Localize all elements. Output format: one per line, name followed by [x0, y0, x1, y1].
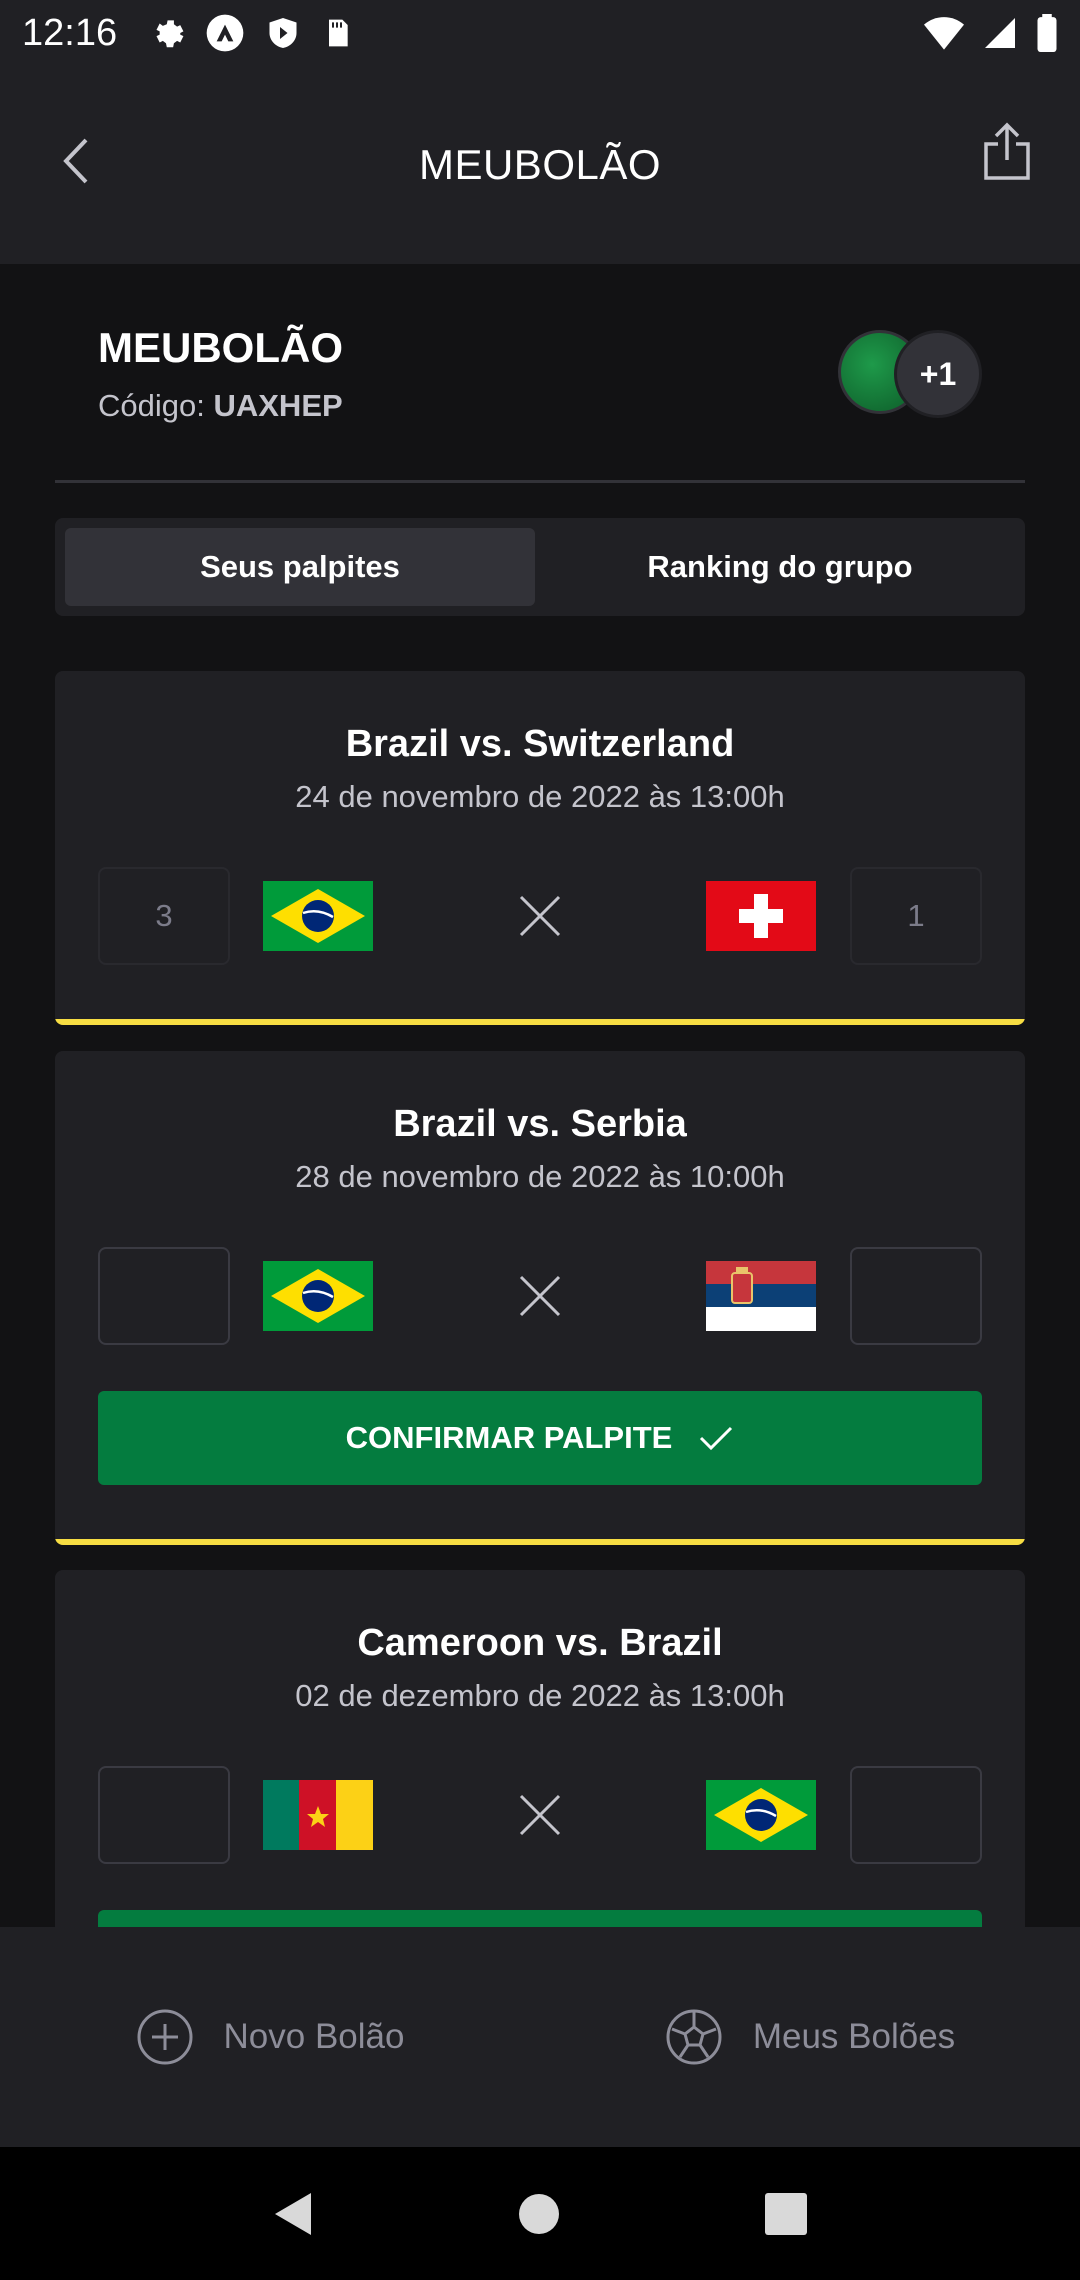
- match-date: 28 de novembro de 2022 às 10:00h: [295, 1159, 785, 1194]
- versus-x-icon: [519, 1275, 561, 1317]
- brazil-flag-icon: [706, 1780, 816, 1850]
- page-title: MEUBOLÃO: [418, 141, 662, 188]
- more-participants-badge: +1: [894, 330, 982, 418]
- wifi-icon: [924, 17, 964, 50]
- confirm-guess-button[interactable]: [98, 1910, 982, 1927]
- away-score-input[interactable]: [850, 1766, 982, 1864]
- match-card: Brazil vs. Switzerland 24 de novembro de…: [55, 671, 1025, 1025]
- match-card: Brazil vs. Serbia 28 de novembro de 2022…: [55, 1051, 1025, 1545]
- home-score-input[interactable]: [98, 1247, 230, 1345]
- match-date: 02 de dezembro de 2022 às 13:00h: [295, 1678, 785, 1713]
- home-score-input[interactable]: 3: [98, 867, 230, 965]
- soccer-ball-icon: [666, 2009, 722, 2065]
- recents-square-icon[interactable]: [765, 2192, 808, 2235]
- match-card: Cameroon vs. Brazil 02 de dezembro de 20…: [55, 1570, 1025, 1927]
- divider: [55, 480, 1025, 483]
- bottom-nav: Novo Bolão Meus Bolões: [0, 1927, 1080, 2147]
- match-title: Brazil vs. Switzerland: [345, 723, 735, 765]
- pool-name: MEUBOLÃO: [98, 324, 343, 371]
- pool-code-label: Código:: [98, 388, 205, 423]
- share-button[interactable]: [982, 122, 1032, 187]
- brazil-flag-icon: [263, 881, 373, 951]
- confirm-label: CONFIRMAR PALPITE: [345, 1420, 673, 1455]
- nav-novo-bolao[interactable]: Novo Bolão: [0, 1927, 540, 2147]
- tab-seus-palpites[interactable]: Seus palpites: [65, 528, 535, 606]
- content-area[interactable]: MEUBOLÃO Código: UAXHEP +1 Seus palpites…: [0, 264, 1080, 1927]
- brazil-flag-icon: [263, 1261, 373, 1331]
- versus-x-icon: [519, 1794, 561, 1836]
- nav-label: Novo Bolão: [223, 2017, 405, 2056]
- card-accent-bar: [55, 1539, 1025, 1545]
- share-icon: [984, 122, 1030, 180]
- nav-label: Meus Bolões: [752, 2017, 956, 2056]
- pool-info: MEUBOLÃO Código: UAXHEP: [98, 324, 343, 424]
- pool-code-value: UAXHEP: [213, 388, 343, 423]
- system-nav-bar: [0, 2147, 1080, 2280]
- home-circle-icon[interactable]: [518, 2193, 560, 2235]
- serbia-flag-icon: [706, 1261, 816, 1331]
- match-title: Cameroon vs. Brazil: [357, 1622, 723, 1664]
- switzerland-flag-icon: [706, 881, 816, 951]
- participants-avatars[interactable]: +1: [838, 330, 982, 418]
- plus-circle-icon: [137, 2009, 193, 2065]
- back-triangle-icon[interactable]: [273, 2191, 313, 2237]
- tabs: Seus palpites Ranking do grupo: [55, 518, 1025, 616]
- confirm-guess-button[interactable]: CONFIRMAR PALPITE: [98, 1391, 982, 1485]
- versus-x-icon: [519, 895, 561, 937]
- check-icon: [700, 1426, 733, 1451]
- status-time: 12:16: [22, 11, 118, 54]
- shield-icon: [269, 18, 297, 48]
- home-score-input[interactable]: [98, 1766, 230, 1864]
- back-button[interactable]: [60, 136, 90, 191]
- cameroon-flag-icon: [263, 1780, 373, 1850]
- sd-card-icon: [329, 19, 348, 47]
- settings-gear-icon: [156, 20, 184, 48]
- tab-ranking-do-grupo[interactable]: Ranking do grupo: [545, 528, 1015, 606]
- chevron-left-icon: [63, 138, 88, 184]
- match-title: Brazil vs. Serbia: [393, 1103, 687, 1145]
- pool-code: Código: UAXHEP: [98, 388, 343, 424]
- app-a-icon: [206, 14, 244, 52]
- status-bar: 12:16: [0, 0, 1080, 66]
- signal-icon: [985, 18, 1015, 48]
- away-score-input[interactable]: 1: [850, 867, 982, 965]
- away-score-input[interactable]: [850, 1247, 982, 1345]
- nav-meus-boloes[interactable]: Meus Bolões: [540, 1927, 1080, 2147]
- match-date: 24 de novembro de 2022 às 13:00h: [295, 779, 785, 814]
- card-accent-bar: [55, 1019, 1025, 1025]
- battery-icon: [1037, 14, 1057, 52]
- app-header: MEUBOLÃO: [0, 66, 1080, 264]
